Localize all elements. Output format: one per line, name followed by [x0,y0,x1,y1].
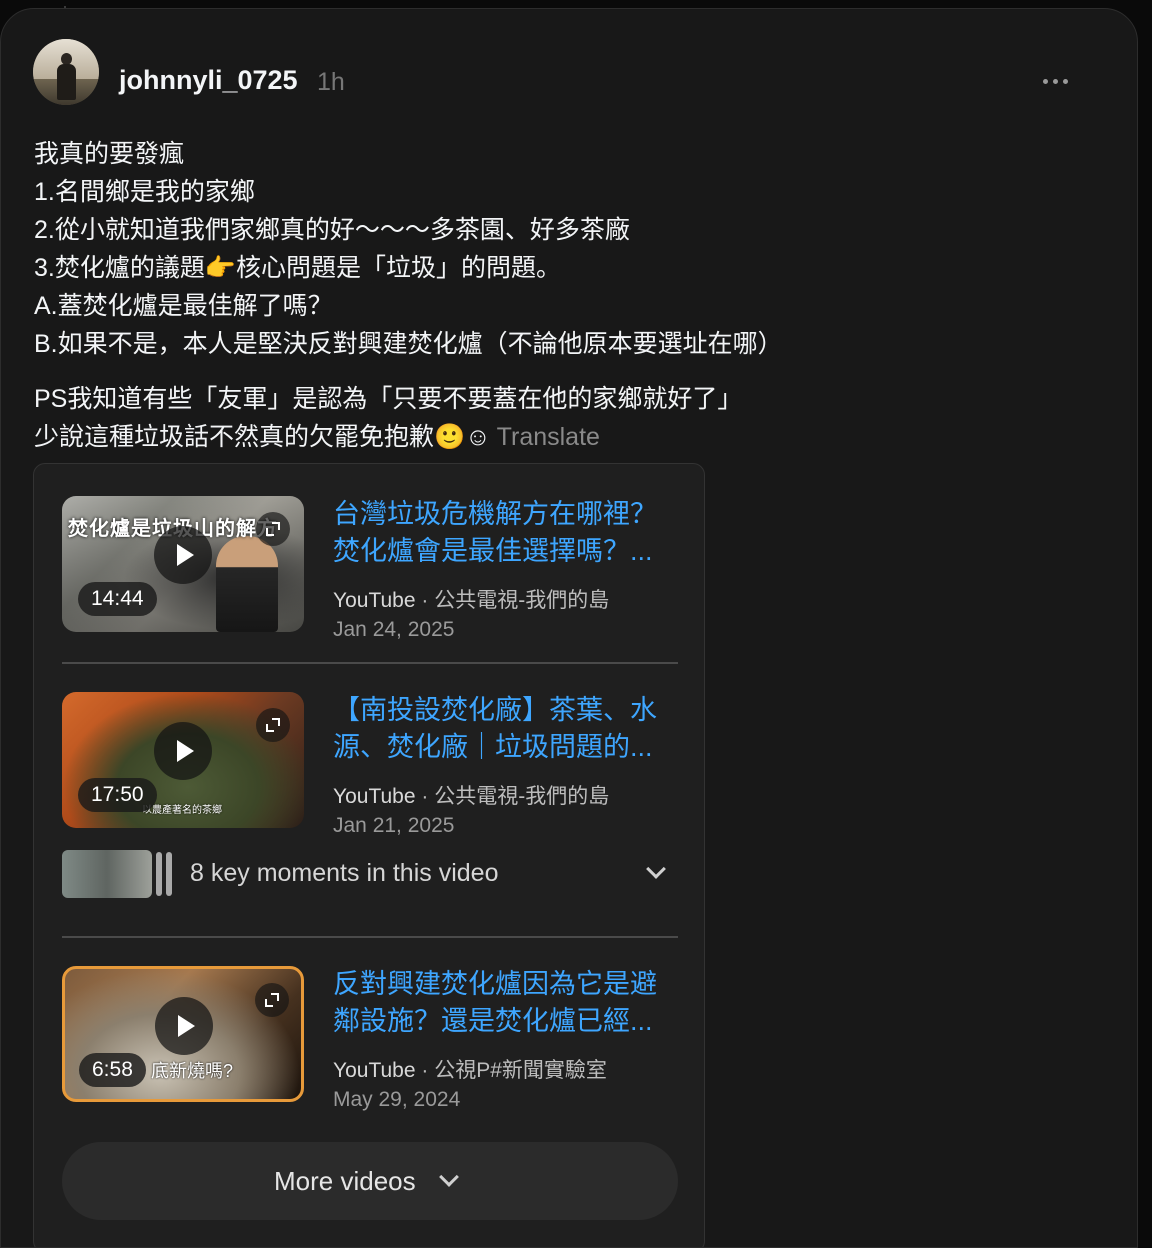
chevron-down-icon [439,1167,459,1187]
post-line: PS我知道有些「友軍」是認為「只要不要蓋在他的家鄉就好了」 [34,385,743,413]
post-line: 少說這種垃圾話不然真的欠罷免抱歉🙂☺ Translate [34,418,1094,456]
video-title[interactable]: 反對興建焚化爐因為它是避鄰設施？還是焚化爐已經... [333,966,681,1040]
post-line: 2.從小就知道我們家鄉真的好～～～多茶園、好多茶廠 [34,216,630,244]
video-title[interactable]: 【南投設焚化廠】茶葉、水源、焚化廠｜垃圾問題的... [333,692,681,766]
post-line: 我真的要發瘋 [34,140,185,168]
dot-icon [1043,79,1048,84]
expand-icon[interactable] [255,983,289,1017]
divider [62,936,678,938]
video-item[interactable]: 底新燒嗎? 6:58 反對興建焚化爐因為它是避鄰設施？還是焚化爐已經... Yo… [62,966,678,1111]
play-icon[interactable] [155,997,213,1055]
video-thumbnail[interactable]: 底新燒嗎? 6:58 [62,966,304,1102]
post-body: 我真的要發瘋 1.名間鄉是我的家鄉 2.從小就知道我們家鄉真的好～～～多茶園、好… [34,135,1094,456]
video-meta: YouTube · 公視P#新聞實驗室 [333,1059,607,1082]
post-time[interactable]: 1h [317,67,345,97]
dot-icon [1063,79,1068,84]
expand-icon[interactable] [256,708,290,742]
post-line: 3.焚化爐的議題👉核心問題是「垃圾」的問題。 [34,254,561,282]
post-line-text: 少說這種垃圾話不然真的欠罷免抱歉🙂☺ [34,423,491,451]
username[interactable]: johnnyli_0725 [119,65,298,95]
video-info: 台灣垃圾危機解方在哪裡？焚化爐會是最佳選擇嗎？... YouTube · 公共電… [333,496,681,644]
more-options-icon[interactable] [1043,71,1071,91]
video-item[interactable]: 以農產著名的茶鄉 17:50 【南投設焚化廠】茶葉、水源、焚化廠｜垃圾問題的..… [62,692,678,837]
video-item[interactable]: 焚化爐是垃圾山的解方 14:44 台灣垃圾危機解方在哪裡？焚化爐會是最佳選擇嗎？… [62,496,678,641]
video-title[interactable]: 台灣垃圾危機解方在哪裡？焚化爐會是最佳選擇嗎？... [333,496,681,570]
avatar-person-body [57,64,76,100]
video-channel: 公共電視-我們的島 [434,785,610,808]
play-icon[interactable] [154,722,212,780]
video-meta: YouTube · 公共電視-我們的島 [333,589,610,612]
post-line: B.如果不是，本人是堅決反對興建焚化爐（不論他原本要選址在哪） [34,330,783,358]
post-line: A.蓋焚化爐是最佳解了嗎？ [34,292,333,320]
thumbnail-stack-edge [166,852,172,896]
video-source: YouTube [333,1059,416,1082]
video-channel: 公共電視-我們的島 [434,589,610,612]
video-source: YouTube [333,589,416,612]
divider [62,662,678,664]
thumbnail-stack-edge [156,852,162,896]
more-videos-label: More videos [274,1166,416,1196]
thumbnail-subcaption: 底新燒嗎? [151,1061,234,1081]
thumbnail-figure [216,536,278,632]
post-card: johnnyli_0725 1h 我真的要發瘋 1.名間鄉是我的家鄉 2.從小就… [0,8,1138,1248]
play-icon[interactable] [154,526,212,584]
key-moments-row[interactable]: 8 key moments in this video [62,848,678,900]
video-channel: 公視P#新聞實驗室 [434,1059,607,1082]
video-duration: 6:58 [79,1053,146,1087]
more-videos-button[interactable]: More videos [62,1142,678,1220]
video-meta: YouTube · 公共電視-我們的島 [333,785,610,808]
video-date: Jan 24, 2025 [333,618,455,641]
key-moments-thumbnail [62,850,152,898]
video-duration: 14:44 [78,582,157,616]
video-info: 【南投設焚化廠】茶葉、水源、焚化廠｜垃圾問題的... YouTube · 公共電… [333,692,681,840]
video-source: YouTube [333,785,416,808]
chevron-down-icon[interactable] [646,859,666,879]
video-date: Jan 21, 2025 [333,814,455,837]
video-thumbnail[interactable]: 焚化爐是垃圾山的解方 14:44 [62,496,304,632]
video-duration: 17:50 [78,778,157,812]
translate-link[interactable]: Translate [497,423,600,451]
video-date: May 29, 2024 [333,1088,461,1111]
avatar[interactable] [33,39,99,105]
post-line: 1.名間鄉是我的家鄉 [34,178,255,206]
key-moments-label: 8 key moments in this video [190,859,499,887]
expand-icon[interactable] [256,512,290,546]
video-thumbnail[interactable]: 以農產著名的茶鄉 17:50 [62,692,304,828]
video-embed: 焚化爐是垃圾山的解方 14:44 台灣垃圾危機解方在哪裡？焚化爐會是最佳選擇嗎？… [33,463,705,1247]
post-header: johnnyli_0725 1h [33,39,1101,107]
dot-icon [1053,79,1058,84]
video-info: 反對興建焚化爐因為它是避鄰設施？還是焚化爐已經... YouTube · 公視P… [333,966,681,1114]
